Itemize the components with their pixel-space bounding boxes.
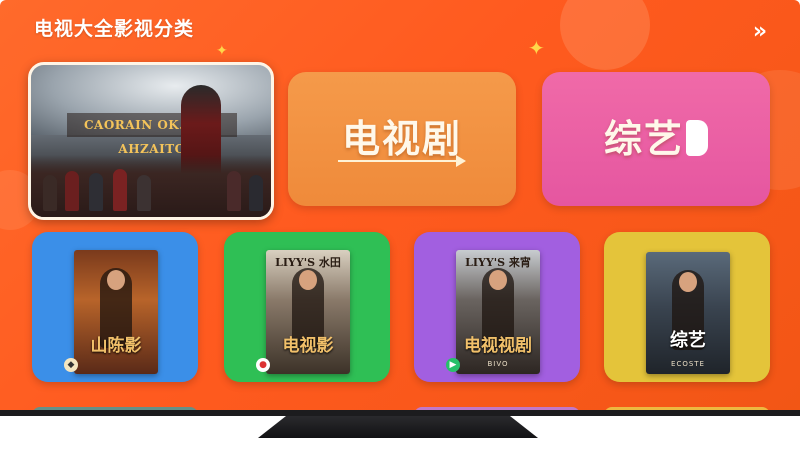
content-tile[interactable]: 山陈影 ◆ <box>32 232 198 382</box>
category-tv-drama-label: 电视剧 <box>341 117 462 161</box>
tag-icon <box>686 119 708 156</box>
tv-stand <box>258 416 538 438</box>
poster-title: 山陈影 <box>90 336 142 356</box>
poster: LIYY'S 水田 电视影 <box>266 250 350 374</box>
category-tv-drama-card[interactable]: 电视剧 <box>288 72 516 206</box>
category-variety-label: 综艺 <box>542 108 770 163</box>
crowd-figure <box>137 175 151 211</box>
content-tile[interactable]: LIYY'S 来宵 电视视剧 BIVO ▶ <box>414 232 580 382</box>
featured-crowd <box>31 155 271 217</box>
poster-subtitle: BIVO <box>487 360 509 368</box>
tv-screen: ✦ ✦ 电视大全影视分类 » CAORAIN OK. DRC AHZAITO 电… <box>0 0 800 416</box>
poster-subtitle: ECOSTE <box>671 360 705 368</box>
featured-card[interactable]: CAORAIN OK. DRC AHZAITO <box>28 62 274 220</box>
page-title: 电视大全影视分类 <box>34 18 195 40</box>
poster: 综艺 ECOSTE <box>646 252 730 374</box>
category-variety-card[interactable]: 综艺 <box>542 72 770 206</box>
play-icon: ▶ <box>446 358 460 372</box>
crowd-figure <box>43 175 57 211</box>
poster: LIYY'S 来宵 电视视剧 BIVO <box>456 250 540 374</box>
double-chevron-right-icon[interactable]: » <box>748 20 772 44</box>
crowd-figure <box>249 175 263 211</box>
content-tile[interactable]: 综艺 ECOSTE <box>604 232 770 382</box>
poster-face <box>107 270 125 290</box>
arrow-icon <box>338 155 466 167</box>
category-variety-text: 综艺 <box>603 117 684 161</box>
poster-face <box>299 270 317 290</box>
sparkle-icon: ✦ <box>216 43 228 59</box>
poster-face <box>489 270 507 290</box>
crowd-figure <box>113 169 127 211</box>
background-circle <box>560 0 650 70</box>
poster-title: 综艺 <box>670 330 706 351</box>
poster-face <box>679 272 697 292</box>
content-tile[interactable]: LIYY'S 水田 电视影 ● <box>224 232 390 382</box>
badge-icon: ● <box>256 358 270 372</box>
poster-title: 电视视剧 <box>464 336 532 356</box>
tv-bezel <box>0 410 800 416</box>
sparkle-icon: ✦ <box>528 36 545 60</box>
crowd-figure <box>89 173 103 211</box>
poster: 山陈影 <box>74 250 158 374</box>
poster-title: 电视影 <box>282 336 334 356</box>
crowd-figure <box>65 171 79 211</box>
crowd-figure <box>227 171 241 211</box>
play-badge-icon: ◆ <box>64 358 78 372</box>
